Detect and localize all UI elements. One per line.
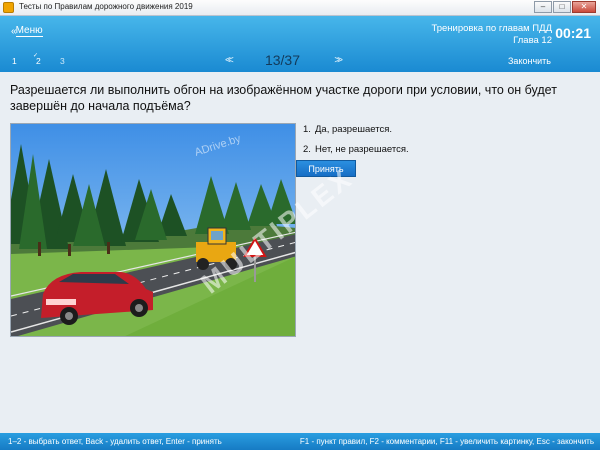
question-navigator: << 13/37 >> (225, 52, 343, 70)
close-button[interactable]: ✕ (572, 1, 596, 13)
app-icon (3, 2, 14, 13)
finish-button[interactable]: Закончить (508, 56, 551, 66)
minimize-button[interactable]: – (534, 1, 552, 13)
status-hint-left: 1–2 - выбрать ответ, Back - удалить отве… (8, 437, 222, 446)
menu-label: Меню (15, 25, 43, 37)
prev-question-icon[interactable]: << (225, 55, 234, 66)
answer-number: 2. (303, 144, 311, 155)
question-picture[interactable]: ADrive.by (10, 123, 296, 337)
course-title: Тренировка по главам ПДД (431, 23, 552, 34)
question-text: Разрешается ли выполнить обгон на изобра… (10, 83, 557, 113)
question-tab-2[interactable]: ✓ 2 (33, 53, 60, 66)
next-question-icon[interactable]: >> (334, 55, 343, 66)
answer-text: Нет, не разрешается. (315, 144, 409, 155)
road-scene-image: ADrive.by (11, 124, 295, 336)
check-mark-icon: ✓ (33, 53, 39, 59)
answer-list: 1. Да, разрешается. 2. Нет, не разрешает… (303, 124, 583, 164)
question-tab-3[interactable]: 3 (60, 56, 84, 66)
answer-number: 1. (303, 124, 311, 135)
window-title: Тесты по Правилам дорожного движения 201… (19, 2, 193, 11)
window-titlebar: Тесты по Правилам дорожного движения 201… (0, 0, 600, 16)
window-controls: – □ ✕ (533, 1, 596, 14)
maximize-button[interactable]: □ (553, 1, 571, 13)
menu-button[interactable]: « Меню (11, 25, 43, 37)
status-hint-right: F1 - пункт правил, F2 - комментарии, F11… (299, 437, 594, 446)
header-band: « Меню Тренировка по главам ПДД Глава 12… (0, 16, 600, 72)
question-counter: 13/37 (264, 52, 301, 68)
accept-button[interactable]: Принять (296, 160, 356, 177)
status-bar: 1–2 - выбрать ответ, Back - удалить отве… (0, 433, 600, 450)
timer: 00:21 (555, 25, 591, 41)
question-tabs: 1 ✓ 2 3 (12, 53, 84, 66)
answer-option-1[interactable]: 1. Да, разрешается. (303, 124, 583, 144)
answer-text: Да, разрешается. (315, 124, 393, 135)
chevron-left-icon: « (11, 25, 16, 37)
chapter-label: Глава 12 (513, 35, 552, 46)
course-info: Тренировка по главам ПДД Глава 12 (431, 23, 552, 47)
